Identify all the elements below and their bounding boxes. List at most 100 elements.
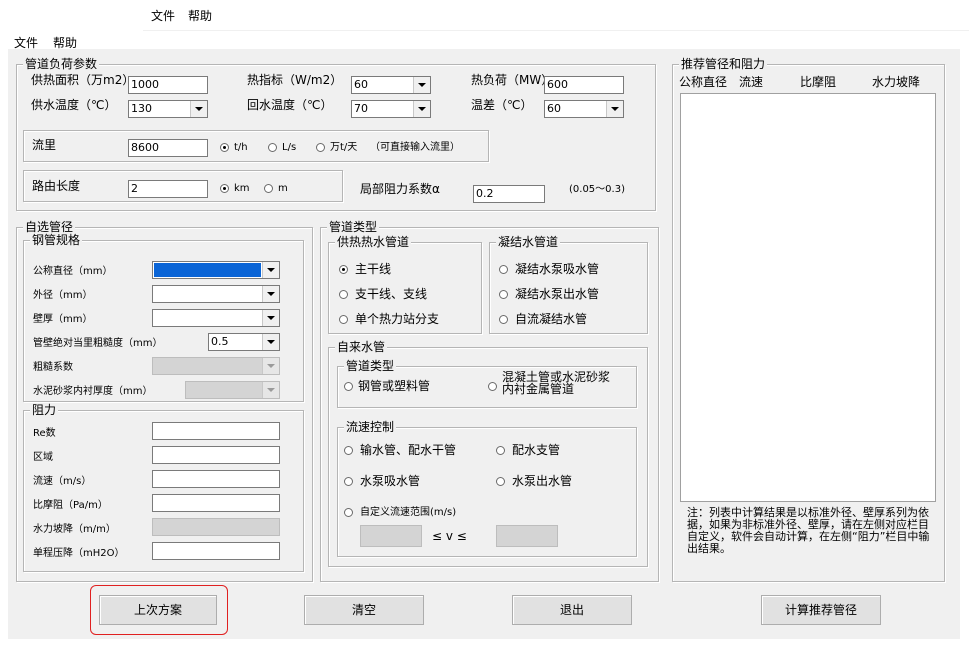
flow-unit-ls-radio[interactable] (268, 143, 277, 152)
dist-branch-label: 配水支管 (512, 443, 561, 457)
concrete-label: 混凝土管或水泥砂浆内衬金属管道 (502, 370, 611, 396)
main-window: 管道负荷参数 供热面积（万m2） 1000 热指标（W/m2） 60 热负荷（M… (8, 49, 960, 639)
steel-spec-title: 钢管规格 (30, 233, 83, 247)
chevron-down-icon[interactable] (413, 101, 430, 117)
background-menu-file[interactable]: 文件 (151, 7, 175, 24)
re-output[interactable] (152, 422, 280, 440)
temp-diff-value: 60 (547, 102, 561, 115)
load-params-group: 管道负荷参数 供热面积（万m2） 1000 热指标（W/m2） 60 热负荷（M… (16, 57, 656, 211)
recommend-title: 推荐管径和阻力 (679, 57, 768, 71)
roughness-combo[interactable]: 0.5 (208, 333, 280, 351)
velocity-max-input[interactable] (496, 525, 558, 547)
supply-temp-combo[interactable]: 130 (128, 100, 208, 118)
chevron-down-icon[interactable] (262, 382, 279, 398)
cond-discharge-radio[interactable] (499, 290, 508, 299)
cement-combo[interactable] (185, 381, 280, 399)
area-label: 供热面积（万m2） (31, 73, 135, 87)
flow-unit-th-radio[interactable] (220, 143, 229, 152)
velocity-min-input[interactable] (360, 525, 422, 547)
steel-spec-group: 钢管规格 公称直径（mm） 外径（mm） 壁厚（mm） 管壁绝对当里粗糙度（mm… (23, 233, 304, 402)
custom-range-radio[interactable] (344, 508, 353, 517)
background-window-menubar: 文件 帮助 (143, 0, 969, 31)
chevron-down-icon[interactable] (262, 310, 279, 326)
chevron-down-icon[interactable] (262, 358, 279, 374)
col-hydraulic-slope: 水力坡降 (872, 75, 921, 89)
temp-diff-combo[interactable]: 60 (544, 100, 624, 118)
velocity-output[interactable] (152, 470, 280, 488)
flow-unit-ls-label: L/s (282, 142, 297, 153)
recommend-group: 推荐管径和阻力 公称直径 流速 比摩阻 水力坡降 注：列表中计算结果是以标准外径… (672, 57, 945, 582)
return-temp-label: 回水温度（℃） (247, 98, 333, 112)
pump-discharge-radio[interactable] (496, 477, 505, 486)
hydraulic-slope-output[interactable] (152, 518, 280, 536)
heat-station-radio[interactable] (339, 315, 348, 324)
heat-load-input[interactable]: 600 (544, 76, 624, 94)
pump-suction-radio[interactable] (344, 477, 353, 486)
flow-unit-th-label: t/h (234, 142, 248, 153)
custom-pipe-title: 自选管径 (23, 220, 76, 234)
flow-note: （可直接输入流里） (370, 142, 460, 153)
heat-branch-label: 支干线、支线 (355, 287, 428, 301)
zone-output[interactable] (152, 446, 280, 464)
chevron-down-icon[interactable] (413, 77, 430, 93)
local-resist-label: 局部阻力系数α (360, 182, 440, 196)
heat-index-combo[interactable]: 60 (351, 76, 431, 94)
pump-suction-label: 水泵吸水管 (360, 474, 421, 488)
heat-main-radio[interactable] (339, 265, 348, 274)
col-specific-friction: 比摩阻 (800, 75, 837, 89)
wall-combo[interactable] (152, 309, 280, 327)
length-unit-km-radio[interactable] (220, 184, 229, 193)
roughness-value: 0.5 (211, 335, 229, 348)
pressure-drop-output[interactable] (152, 542, 280, 560)
length-label: 路由长度 (32, 179, 81, 193)
calc-recommend-button[interactable]: 计算推荐管径 (761, 595, 881, 625)
background-window-edge (138, 639, 969, 649)
chevron-down-icon[interactable] (190, 101, 207, 117)
wall-label: 壁厚（mm） (33, 314, 93, 325)
cond-gravity-radio[interactable] (499, 315, 508, 324)
steel-plastic-radio[interactable] (344, 382, 353, 391)
length-unit-km-label: km (234, 183, 250, 194)
zone-label: 区域 (33, 452, 53, 463)
pump-discharge-label: 水泵出水管 (512, 474, 573, 488)
background-menu-help[interactable]: 帮助 (188, 7, 212, 24)
return-temp-combo[interactable]: 70 (351, 100, 431, 118)
cond-suction-radio[interactable] (499, 265, 508, 274)
flow-unit-wtd-radio[interactable] (316, 143, 325, 152)
recommend-list[interactable] (680, 93, 936, 502)
length-unit-m-radio[interactable] (264, 184, 273, 193)
chevron-down-icon[interactable] (262, 262, 279, 278)
heating-pipe-group: 供热热水管道 主干线 支干线、支线 单个热力站分支 (328, 235, 482, 334)
roughness-label: 管壁绝对当里粗糙度（mm） (33, 338, 163, 349)
tap-water-group: 自来水管 管道类型 钢管或塑料管 混凝土管或水泥砂浆内衬金属管道 流速控制 输水… (328, 340, 648, 567)
concrete-radio[interactable] (488, 382, 497, 391)
hydraulic-slope-label: 水力坡降（m/m） (33, 524, 116, 535)
re-label: Re数 (33, 428, 56, 439)
flow-label: 流里 (32, 138, 57, 152)
specific-friction-label: 比摩阻（Pa/m） (33, 500, 108, 511)
coef-combo[interactable] (152, 357, 280, 375)
flow-input[interactable]: 8600 (128, 139, 208, 157)
dn-combo[interactable] (152, 261, 280, 279)
length-input[interactable]: 2 (128, 180, 208, 198)
velocity-label: 流速（m/s） (33, 476, 92, 487)
clear-button[interactable]: 清空 (304, 595, 424, 625)
pressure-drop-label: 单程压降（mH2O） (33, 548, 125, 559)
water-pipe-type-title: 管道类型 (344, 359, 397, 373)
chevron-down-icon[interactable] (262, 286, 279, 302)
col-dn: 公称直径 (679, 75, 728, 89)
chevron-down-icon[interactable] (606, 101, 623, 117)
specific-friction-output[interactable] (152, 494, 280, 512)
heating-pipe-title: 供热热水管道 (335, 235, 412, 249)
heat-index-label: 热指标（W/m2） (247, 73, 343, 87)
trunk-main-radio[interactable] (344, 446, 353, 455)
dist-branch-radio[interactable] (496, 446, 505, 455)
od-combo[interactable] (152, 285, 280, 303)
exit-button[interactable]: 退出 (512, 595, 632, 625)
chevron-down-icon[interactable] (262, 334, 279, 350)
area-input[interactable]: 1000 (128, 76, 208, 94)
heat-branch-radio[interactable] (339, 290, 348, 299)
local-resist-input[interactable]: 0.2 (473, 185, 545, 203)
steel-plastic-label: 钢管或塑料管 (358, 379, 431, 393)
heat-main-label: 主干线 (355, 262, 392, 276)
